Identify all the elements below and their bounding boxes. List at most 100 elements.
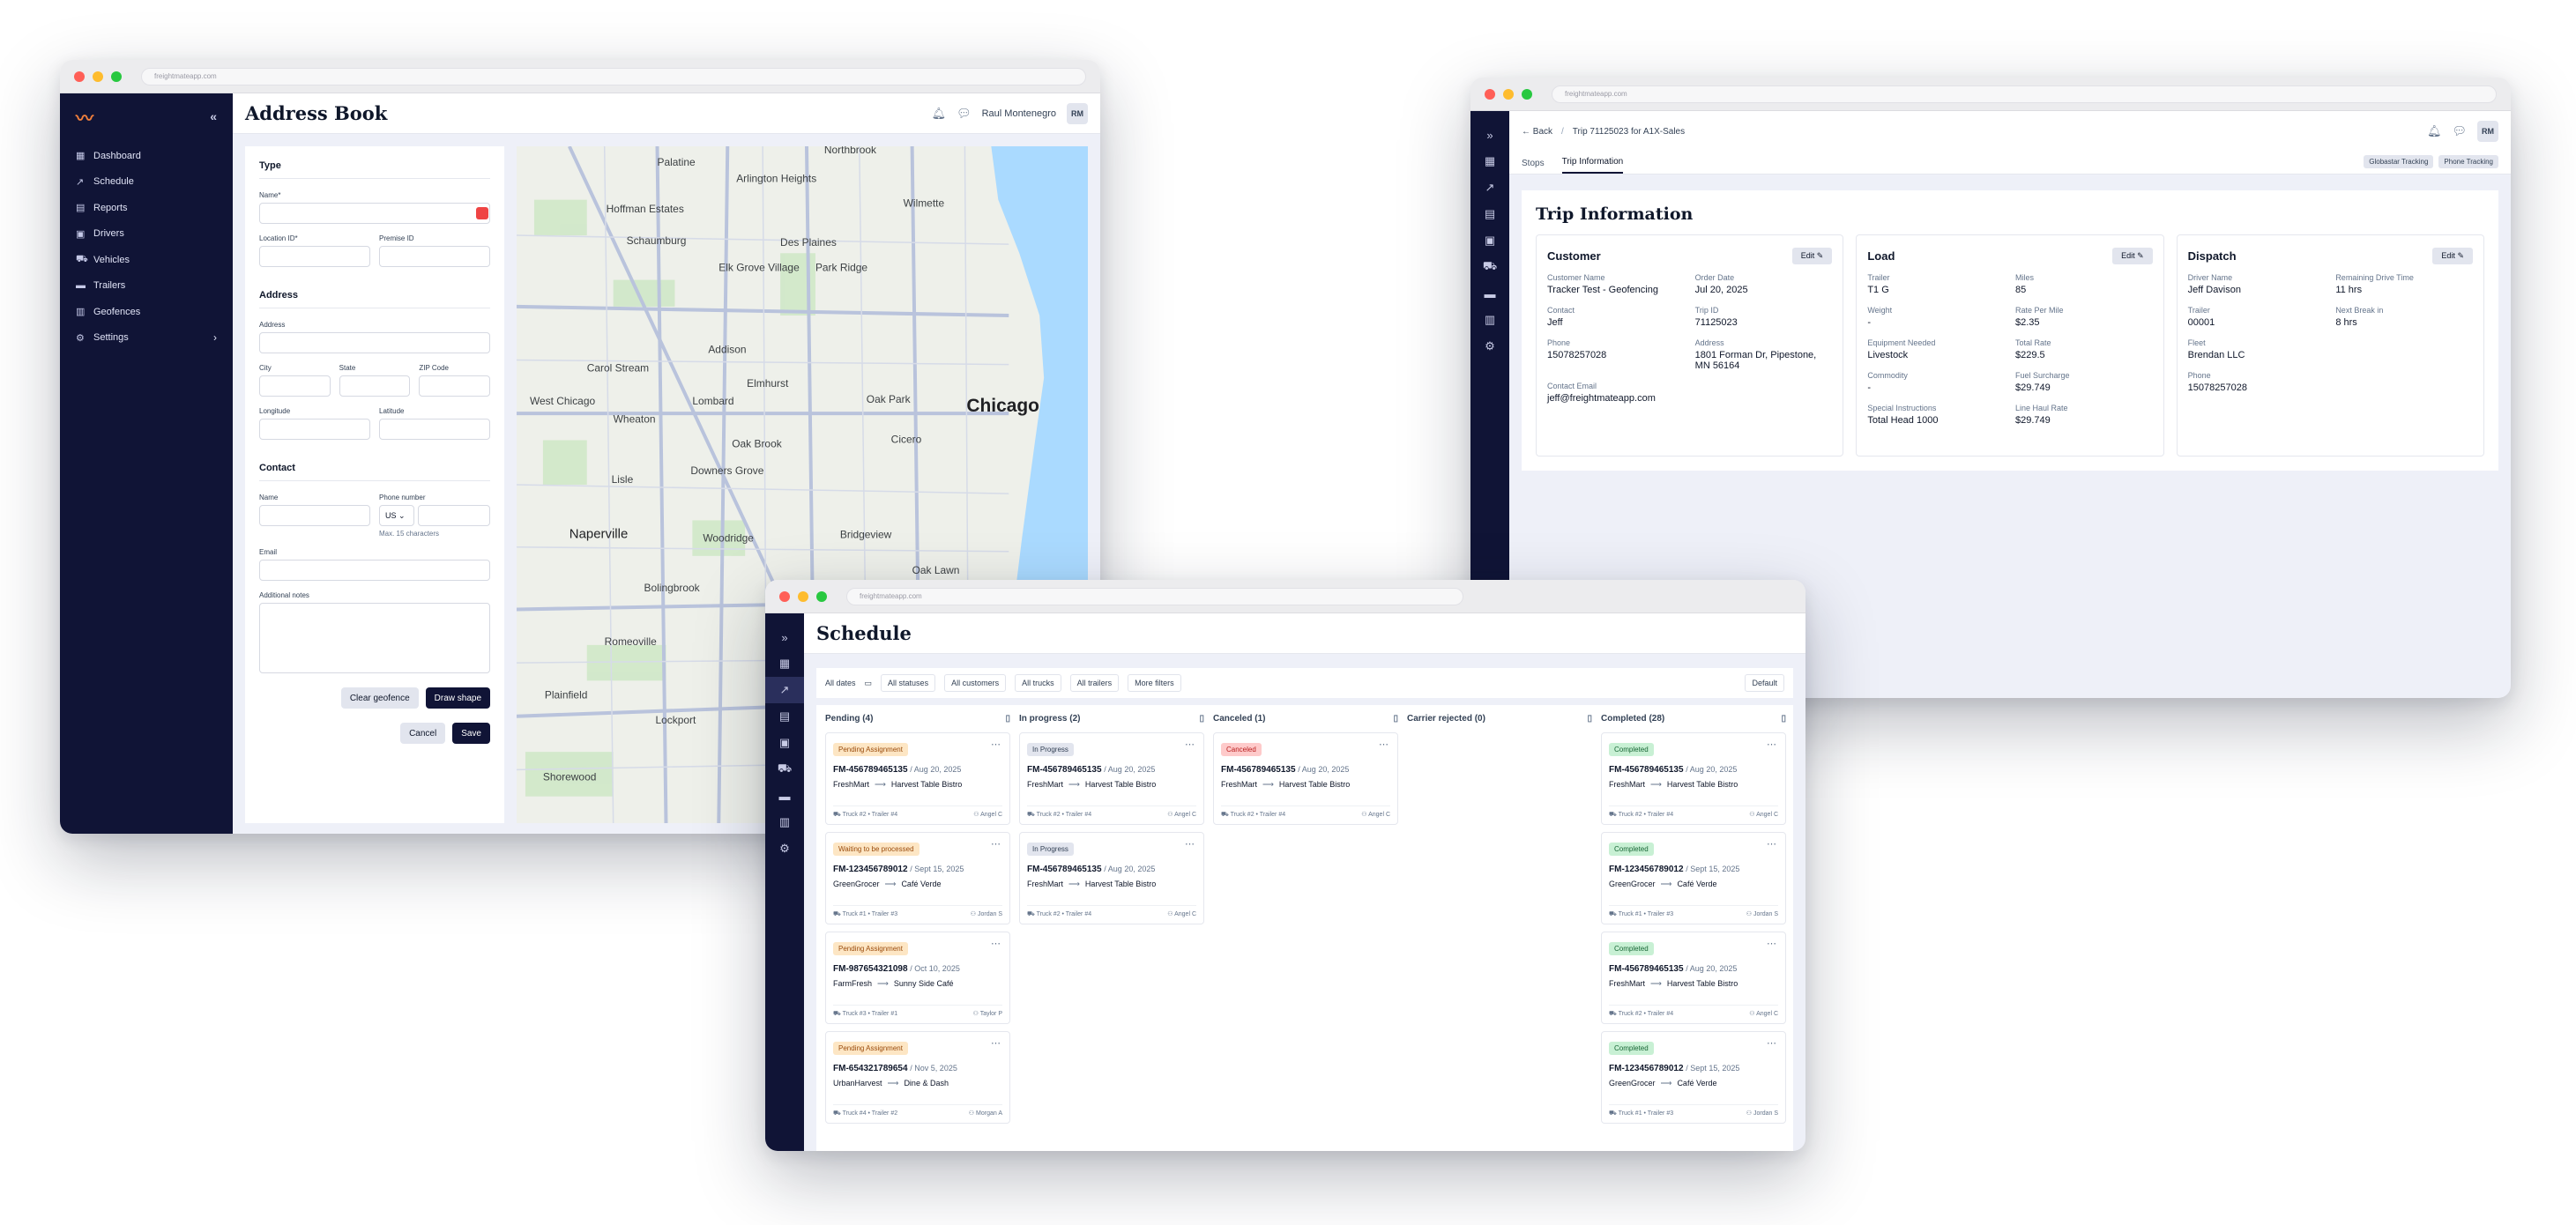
trailers-icon[interactable]: ▬ [765, 783, 804, 809]
reports-icon[interactable]: ▤ [765, 703, 804, 730]
back-link[interactable]: Back [1533, 127, 1552, 137]
location-id-input[interactable] [259, 246, 370, 267]
column-collapse-icon[interactable]: ▯ [1781, 714, 1786, 724]
expand-sidebar-icon[interactable]: » [765, 624, 804, 650]
column-collapse-icon[interactable]: ▯ [1005, 714, 1010, 724]
trip-card[interactable]: Canceled ⋯ FM-456789465135 / Aug 20, 2025 F… [1213, 732, 1398, 825]
filter-1[interactable]: All statuses [881, 674, 936, 692]
color-swatch[interactable] [476, 207, 488, 219]
more-options-icon[interactable]: ⋯ [1185, 739, 1195, 750]
more-options-icon[interactable]: ⋯ [1379, 739, 1389, 750]
schedule-icon[interactable]: ↗ [765, 677, 804, 703]
save-button[interactable]: Save [452, 723, 490, 744]
dashboard-icon[interactable]: ▦ [1470, 148, 1509, 174]
geofences-icon[interactable]: ▥ [1470, 307, 1509, 333]
drivers-icon[interactable]: ▣ [765, 730, 804, 756]
close-dot[interactable] [74, 71, 85, 82]
more-options-icon[interactable]: ⋯ [991, 1037, 1001, 1049]
more-options-icon[interactable]: ⋯ [1185, 838, 1195, 850]
avatar[interactable]: RM [2477, 121, 2498, 142]
url-bar[interactable]: freightmateapp.com [846, 587, 1463, 605]
tab-trip-information[interactable]: Trip Information [1561, 157, 1624, 174]
trailers-icon[interactable]: ▬ [1470, 280, 1509, 307]
avatar[interactable]: RM [1067, 102, 1088, 124]
minimize-dot[interactable] [798, 590, 808, 602]
settings-icon[interactable]: ⚙ [1470, 333, 1509, 360]
contact-name-input[interactable] [259, 505, 370, 526]
chat-icon[interactable]: 💬︎ [957, 107, 972, 121]
geofences-icon[interactable]: ▥ [765, 809, 804, 835]
more-options-icon[interactable]: ⋯ [991, 739, 1001, 750]
trip-card[interactable]: Waiting to be processed ⋯ FM-123456789012 … [825, 832, 1010, 924]
maximize-dot[interactable] [816, 590, 827, 602]
trip-card[interactable]: Pending Assignment ⋯ FM-456789465135 / Aug… [825, 732, 1010, 825]
maximize-dot[interactable] [111, 71, 122, 82]
expand-sidebar-icon[interactable]: » [1470, 122, 1509, 148]
drivers-icon[interactable]: ▣ [1470, 227, 1509, 254]
sidebar-item-dashboard[interactable]: ▦ Dashboard [76, 143, 217, 169]
state-input[interactable] [339, 375, 411, 397]
dashboard-icon[interactable]: ▦ [765, 650, 804, 677]
sidebar-item-trailers[interactable]: ▬ Trailers [76, 273, 217, 300]
trip-card[interactable]: Completed ⋯ FM-123456789012 / Sept 15, 202… [1601, 1031, 1786, 1124]
filter-5[interactable]: More filters [1128, 674, 1181, 692]
trip-card[interactable]: Pending Assignment ⋯ FM-654321789654 / Nov… [825, 1031, 1010, 1124]
minimize-dot[interactable] [93, 71, 103, 82]
more-options-icon[interactable]: ⋯ [991, 838, 1001, 850]
sidebar-item-vehicles[interactable]: ⛟ Vehicles [76, 247, 217, 273]
close-dot[interactable] [1485, 88, 1495, 100]
url-bar[interactable]: freightmateapp.com [141, 67, 1086, 85]
trip-card[interactable]: Completed ⋯ FM-456789465135 / Aug 20, 2025… [1601, 732, 1786, 825]
minimize-dot[interactable] [1503, 88, 1514, 100]
longitude-input[interactable] [259, 419, 370, 440]
latitude-input[interactable] [379, 419, 490, 440]
vehicles-icon[interactable]: ⛟ [1470, 254, 1509, 280]
back-arrow-icon[interactable]: ← [1522, 127, 1533, 137]
zip-input[interactable] [419, 375, 491, 397]
column-collapse-icon[interactable]: ▯ [1199, 714, 1204, 724]
sidebar-item-settings[interactable]: ⚙ Settings › [76, 325, 217, 352]
notes-textarea[interactable] [259, 603, 490, 673]
premise-id-input[interactable] [379, 246, 490, 267]
filter-3[interactable]: All trucks [1015, 674, 1061, 692]
edit-customer-button[interactable]: Edit ✎ [1791, 248, 1833, 264]
sidebar-item-geofences[interactable]: ▥ Geofences [76, 299, 217, 325]
globastar-tracking-badge[interactable]: Globastar Tracking [2364, 155, 2434, 168]
sidebar-item-drivers[interactable]: ▣ Drivers [76, 221, 217, 248]
address-input[interactable] [259, 332, 490, 353]
reports-icon[interactable]: ▤ [1470, 201, 1509, 227]
cancel-button[interactable]: Cancel [400, 723, 446, 744]
trip-card[interactable]: In Progress ⋯ FM-456789465135 / Aug 20, 20… [1019, 832, 1204, 924]
name-input[interactable] [259, 203, 490, 224]
city-input[interactable] [259, 375, 331, 397]
trip-card[interactable]: Pending Assignment ⋯ FM-987654321098 / Oct… [825, 932, 1010, 1024]
maximize-dot[interactable] [1522, 88, 1532, 100]
sidebar-item-schedule[interactable]: ↗ Schedule [76, 169, 217, 196]
edit-dispatch-button[interactable]: Edit ✎ [2432, 248, 2473, 264]
email-input[interactable] [259, 560, 490, 581]
bell-icon[interactable]: 🔔︎ [2427, 124, 2442, 138]
edit-load-button[interactable]: Edit ✎ [2112, 248, 2153, 264]
chat-icon[interactable]: 💬︎ [2452, 124, 2467, 138]
bell-icon[interactable]: 🔔︎ [932, 107, 947, 121]
close-dot[interactable] [779, 590, 790, 602]
tab-stops[interactable]: Stops [1522, 159, 1545, 174]
sidebar-item-reports[interactable]: ▤ Reports [76, 195, 217, 221]
url-bar[interactable]: freightmateapp.com [1552, 85, 2497, 103]
filter-2[interactable]: All customers [944, 674, 1007, 692]
filter-4[interactable]: All trailers [1069, 674, 1120, 692]
schedule-icon[interactable]: ↗ [1470, 174, 1509, 201]
draw-shape-button[interactable]: Draw shape [425, 687, 490, 709]
more-options-icon[interactable]: ⋯ [1767, 739, 1776, 750]
more-options-icon[interactable]: ⋯ [1767, 838, 1776, 850]
trip-card[interactable]: Completed ⋯ FM-123456789012 / Sept 15, 202… [1601, 832, 1786, 924]
settings-icon[interactable]: ⚙ [765, 835, 804, 862]
clear-geofence-button[interactable]: Clear geofence [340, 687, 419, 709]
default-view-select[interactable]: Default [1745, 674, 1784, 692]
filter-0[interactable]: All dates [825, 679, 856, 687]
trip-card[interactable]: Completed ⋯ FM-456789465135 / Aug 20, 2025… [1601, 932, 1786, 1024]
calendar-icon[interactable]: ▭ [865, 679, 873, 688]
column-collapse-icon[interactable]: ▯ [1587, 714, 1592, 724]
collapse-sidebar-icon[interactable]: « [210, 109, 217, 123]
column-collapse-icon[interactable]: ▯ [1393, 714, 1398, 724]
